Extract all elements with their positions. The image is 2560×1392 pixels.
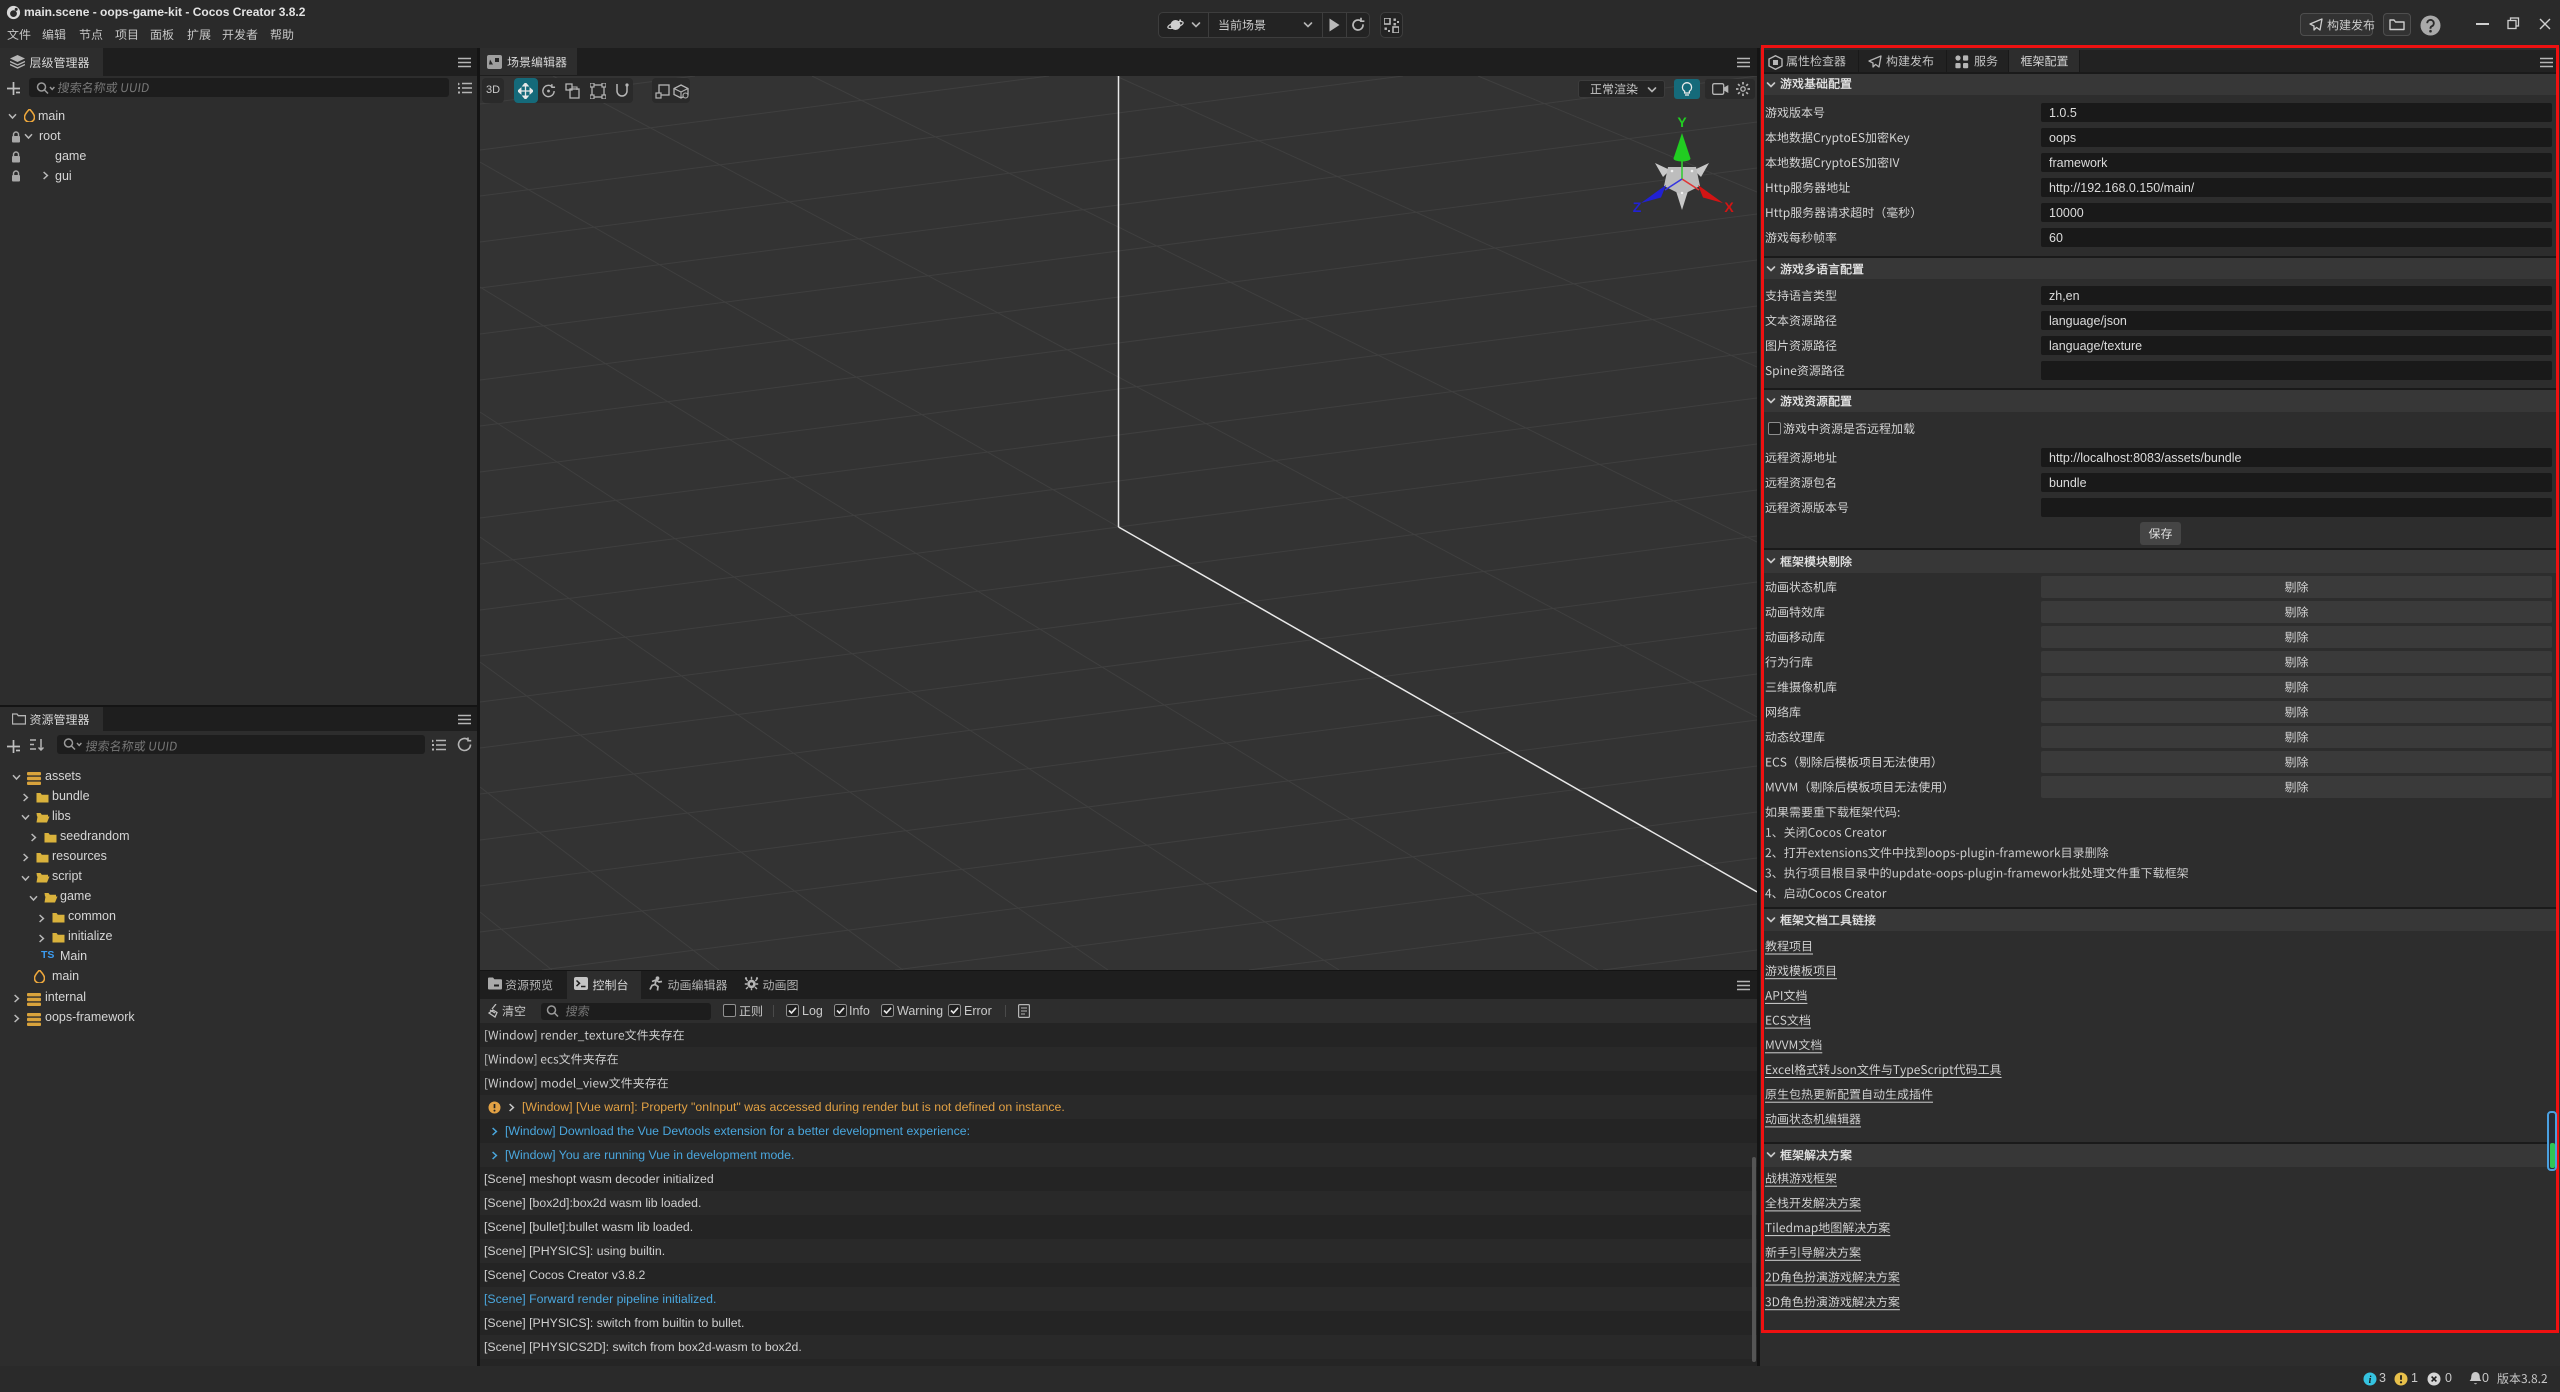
- svg-text:i: i: [2369, 1375, 2372, 1386]
- svg-text:Z: Z: [1633, 199, 1642, 215]
- svg-text:Y: Y: [1677, 114, 1687, 130]
- svg-text:X: X: [1724, 199, 1734, 215]
